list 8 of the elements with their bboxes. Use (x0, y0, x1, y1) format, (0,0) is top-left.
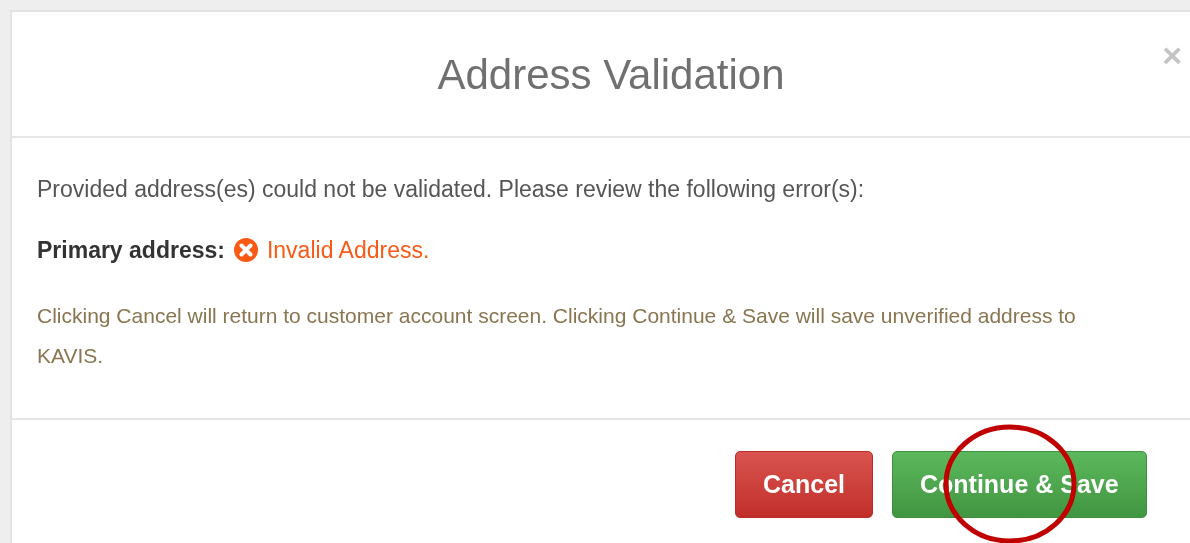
dialog-title: Address Validation (437, 49, 785, 100)
error-label: Primary address: (37, 236, 225, 265)
close-button[interactable]: × (1162, 38, 1182, 72)
error-text: Invalid Address. (266, 236, 430, 265)
error-icon (232, 237, 259, 264)
cancel-button[interactable]: Cancel (735, 451, 873, 518)
message-text: Provided address(es) could not be validated. Please review the following error(s): (37, 175, 866, 204)
note-text: Clicking Cancel will return to customer account screen. Clicking Continue & Save will save unverified address to KAVIS. (37, 302, 1077, 369)
